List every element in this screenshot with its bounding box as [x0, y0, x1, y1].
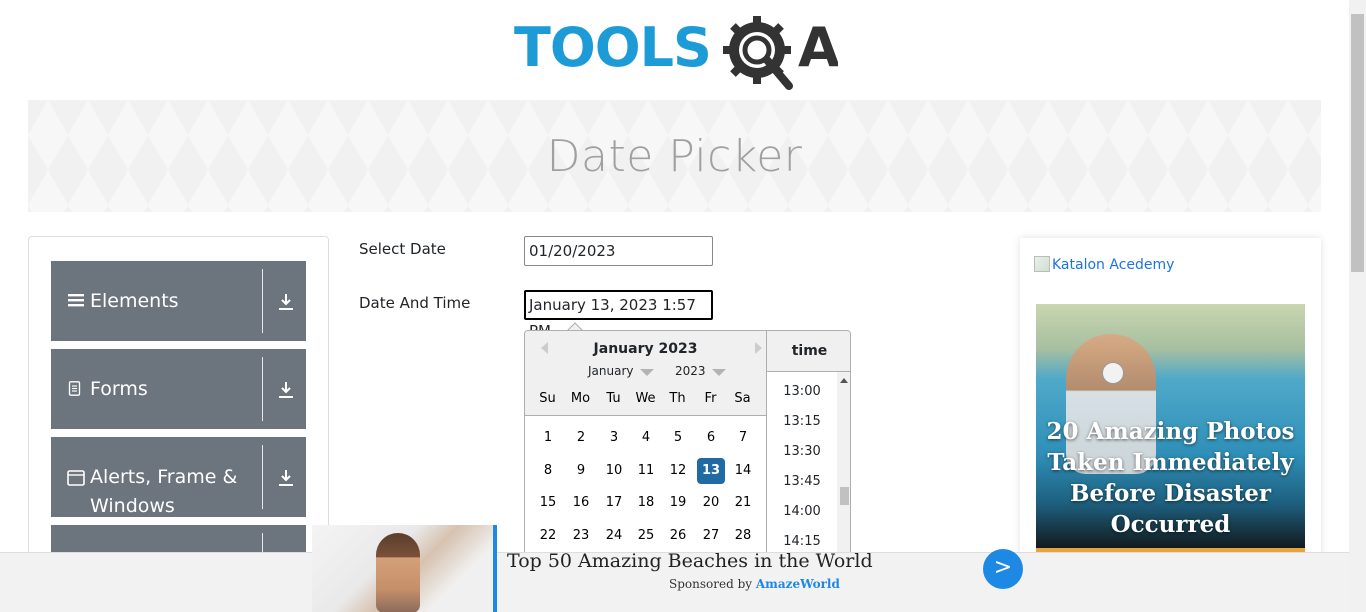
broken-image-icon	[1034, 256, 1050, 272]
sidebar-group-forms[interactable]: Forms	[51, 349, 306, 429]
weekday-label: Fr	[704, 391, 717, 406]
ad-thumbnail[interactable]	[312, 525, 493, 612]
ad-image[interactable]: 20 Amazing Photos Taken Immediately Befo…	[1036, 304, 1305, 554]
calendar-day[interactable]: 17	[600, 490, 628, 516]
weekday-label: We	[635, 391, 656, 406]
chevron-down-icon	[711, 369, 726, 376]
logo-text-tools: TOOLS	[514, 16, 711, 79]
calendar-day[interactable]: 18	[632, 490, 660, 516]
time-option[interactable]: 14:00	[767, 504, 837, 519]
calendar-day[interactable]: 20	[697, 490, 725, 516]
hamburger-icon	[68, 294, 84, 307]
sponsor-name: AmazeWorld	[755, 577, 840, 591]
calendar-day[interactable]: 21	[729, 490, 757, 516]
ad-link[interactable]: Katalon Acedemy	[1034, 256, 1174, 273]
calendar-day[interactable]: 24	[600, 523, 628, 549]
month-select-value: January	[588, 364, 634, 378]
bottom-ad-title[interactable]: Top 50 Amazing Beaches in the World	[507, 550, 873, 572]
calendar-day[interactable]: 8	[534, 458, 562, 484]
scroll-thumb[interactable]	[840, 487, 849, 505]
scroll-up-icon[interactable]	[840, 378, 848, 383]
calendar-day[interactable]: 14	[729, 458, 757, 484]
sidebar: Elements Forms Alerts, Frame & Windows	[28, 236, 329, 605]
download-icon[interactable]	[277, 381, 295, 399]
calendar-day[interactable]: 7	[729, 425, 757, 451]
calendar-day[interactable]: 1	[534, 425, 562, 451]
calendar-month-title: January 2023	[593, 341, 698, 357]
ad-caption: 20 Amazing Photos Taken Immediately Befo…	[1046, 418, 1295, 538]
ad-link-text: Katalon Acedemy	[1052, 257, 1175, 273]
weekday-label: Th	[669, 391, 686, 406]
download-icon[interactable]	[277, 293, 295, 311]
sidebar-group-label: Alerts, Frame & Windows	[90, 466, 238, 517]
bottom-ad[interactable]: Top 50 Amazing Beaches in the World Spon…	[0, 525, 1349, 612]
time-option[interactable]: 13:15	[767, 414, 837, 429]
person-figure	[376, 533, 420, 612]
document-icon	[68, 381, 81, 396]
time-option[interactable]: 13:45	[767, 474, 837, 489]
calendar-day[interactable]: 13	[697, 458, 725, 484]
download-icon[interactable]	[277, 469, 295, 487]
divider	[262, 357, 263, 421]
weekday-label: Sa	[734, 391, 751, 406]
weekday-label: Su	[539, 391, 556, 406]
ad-accent-bar	[493, 525, 497, 612]
calendar-day[interactable]: 2	[567, 425, 595, 451]
window-icon	[67, 470, 85, 486]
page-banner: Date Picker	[28, 100, 1321, 212]
select-date-input[interactable]: 01/20/2023	[524, 236, 713, 266]
calendar-day[interactable]: 10	[600, 458, 628, 484]
calendar-day[interactable]: 22	[534, 523, 562, 549]
go-arrow-button[interactable]: >	[983, 549, 1023, 589]
calendar-day[interactable]: 15	[534, 490, 562, 516]
calendar-day[interactable]: 16	[567, 490, 595, 516]
calendar-day[interactable]: 28	[729, 523, 757, 549]
year-select[interactable]: 2023	[675, 364, 726, 378]
page-title: Date Picker	[546, 130, 803, 182]
chevron-down-icon	[639, 369, 654, 376]
calendar-day[interactable]: 12	[664, 458, 692, 484]
year-select-value: 2023	[675, 364, 706, 378]
calendar-day[interactable]: 23	[567, 523, 595, 549]
divider	[262, 269, 263, 333]
next-month-icon[interactable]	[755, 342, 762, 354]
calendar-day[interactable]: 25	[632, 523, 660, 549]
calendar-day[interactable]: 26	[664, 523, 692, 549]
sponsored-prefix: Sponsored by	[669, 577, 753, 591]
page-scrollbar[interactable]	[1349, 0, 1366, 612]
ball-figure	[1102, 362, 1124, 384]
select-date-label: Select Date	[359, 240, 446, 258]
calendar-day[interactable]: 3	[600, 425, 628, 451]
time-option[interactable]: 13:00	[767, 384, 837, 399]
time-option[interactable]: 13:30	[767, 444, 837, 459]
calendar-day[interactable]: 4	[632, 425, 660, 451]
calendar-day[interactable]: 11	[632, 458, 660, 484]
calendar-header: January 2023 January 2023 Su Mo Tu We Th…	[525, 331, 766, 416]
scroll-thumb[interactable]	[1351, 14, 1364, 272]
gear-icon	[723, 16, 793, 90]
sidebar-group-alerts[interactable]: Alerts, Frame & Windows	[51, 437, 306, 517]
calendar-day[interactable]: 19	[664, 490, 692, 516]
calendar-day[interactable]: 6	[697, 425, 725, 451]
toolsqa-logo[interactable]: TOOLS A	[514, 14, 840, 92]
date-time-label: Date And Time	[359, 294, 471, 312]
weekday-label: Mo	[570, 391, 591, 406]
bottom-ad-sponsor: Sponsored by AmazeWorld	[669, 577, 840, 591]
calendar-day[interactable]: 5	[664, 425, 692, 451]
sidebar-group-label: Elements	[90, 290, 179, 312]
calendar-day[interactable]: 9	[567, 458, 595, 484]
weekday-label: Tu	[606, 391, 621, 406]
right-ad: Katalon Acedemy 20 Amazing Photos Taken …	[1020, 238, 1321, 568]
time-header: time	[767, 331, 850, 372]
sidebar-group-elements[interactable]: Elements	[51, 261, 306, 341]
month-select[interactable]: January	[588, 364, 654, 378]
divider	[262, 445, 263, 509]
logo-graphic: TOOLS A	[514, 16, 840, 90]
sidebar-group-label: Forms	[90, 378, 148, 400]
logo-text-a: A	[798, 16, 838, 79]
page: TOOLS A Date Picker Elements Forms Alert…	[0, 0, 1366, 612]
time-option[interactable]: 14:15	[767, 534, 837, 549]
calendar-day[interactable]: 27	[697, 523, 725, 549]
date-time-input[interactable]: January 13, 2023 1:57 PM	[524, 290, 713, 340]
